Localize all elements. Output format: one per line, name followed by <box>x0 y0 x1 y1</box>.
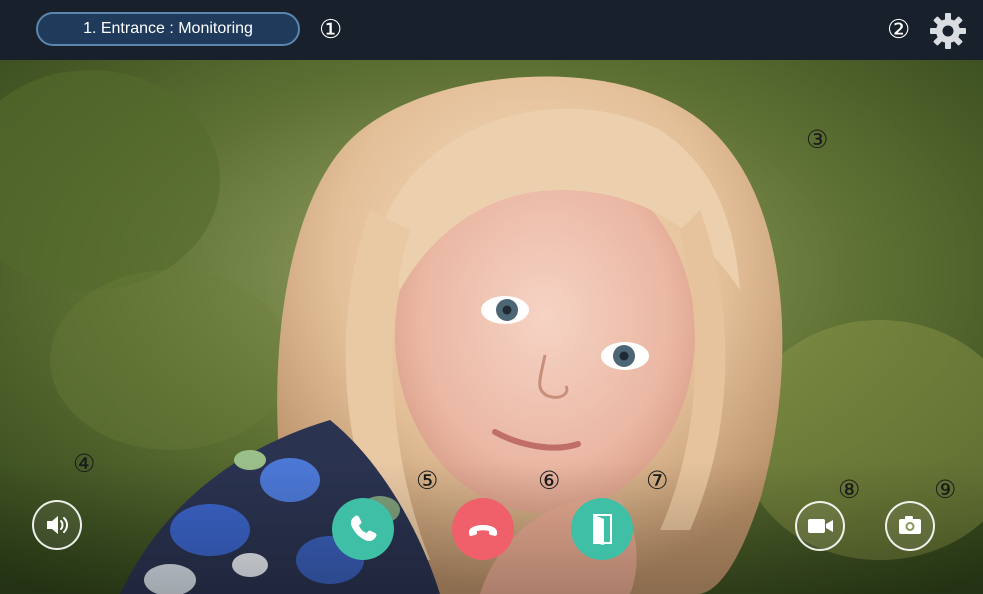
video-record-button[interactable] <box>795 501 845 551</box>
callout-9: ⑨ <box>934 475 957 504</box>
phone-hangup-icon <box>469 525 497 536</box>
speaker-button[interactable] <box>32 500 82 550</box>
callout-3: ③ <box>806 125 829 154</box>
camera-icon <box>899 516 921 534</box>
phone-answer-icon <box>350 515 377 542</box>
answer-call-button[interactable] <box>332 498 394 560</box>
hang-up-button[interactable] <box>452 498 514 560</box>
gear-icon[interactable] <box>928 11 968 51</box>
callout-2: ② <box>887 15 911 45</box>
door-open-icon <box>593 514 612 545</box>
monitoring-screen: 1. Entrance : Monitoring ① ② ③ ④ ⑤ ⑥ ⑦ ⑧… <box>0 0 983 594</box>
callout-7: ⑦ <box>646 466 669 495</box>
speaker-volume-icon <box>47 516 68 534</box>
callout-4: ④ <box>73 449 96 478</box>
callout-1: ① <box>319 15 343 45</box>
door-open-button[interactable] <box>571 498 633 560</box>
callout-8: ⑧ <box>838 475 861 504</box>
callout-5: ⑤ <box>416 466 439 495</box>
channel-title[interactable]: 1. Entrance : Monitoring <box>36 12 300 46</box>
snapshot-button[interactable] <box>885 501 935 551</box>
callout-6: ⑥ <box>538 466 561 495</box>
top-bar: 1. Entrance : Monitoring ① ② <box>0 0 983 60</box>
video-feed: ③ ④ ⑤ ⑥ ⑦ ⑧ ⑨ <box>0 60 983 594</box>
video-camera-icon <box>808 519 833 533</box>
